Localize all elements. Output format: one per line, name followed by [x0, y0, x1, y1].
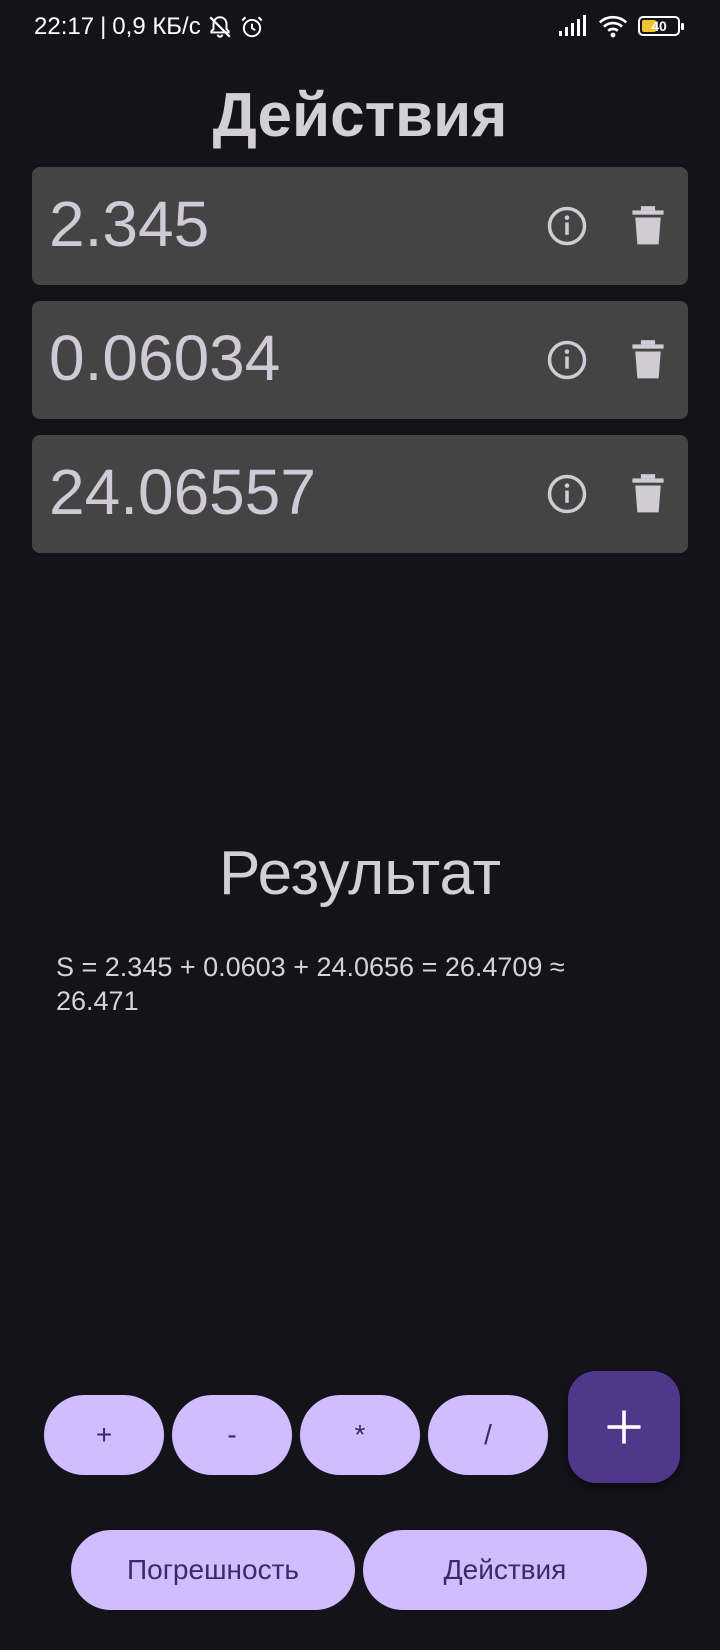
minus-operator-button[interactable]: -	[172, 1395, 292, 1475]
app-screen: 22:17 | 0,9 КБ/с 40 Действия 2.345 0.060…	[0, 0, 720, 1650]
result-title: Результат	[219, 839, 501, 908]
plus-operator-button[interactable]: +	[44, 1395, 164, 1475]
info-icon[interactable]	[544, 337, 590, 383]
value-list: 2.345 0.06034 24.06557	[32, 167, 688, 569]
page-title: Действия	[212, 81, 508, 150]
battery-icon: 40	[638, 16, 684, 36]
value-card[interactable]: 0.06034	[32, 301, 688, 419]
status-separator: |	[100, 13, 107, 40]
add-value-button[interactable]	[568, 1371, 680, 1483]
result-text: S = 2.345 + 0.0603 + 24.0656 = 26.4709 ≈…	[56, 952, 565, 1016]
multiply-operator-button[interactable]: *	[300, 1395, 420, 1475]
status-bar: 22:17 | 0,9 КБ/с 40	[0, 0, 720, 56]
status-time: 22:17	[34, 13, 95, 40]
network-speed: 0,9 КБ/с	[112, 13, 201, 40]
value-text[interactable]: 0.06034	[49, 321, 280, 395]
info-icon[interactable]	[544, 471, 590, 517]
actions-button[interactable]: Действия	[363, 1530, 647, 1610]
value-text[interactable]: 2.345	[49, 187, 209, 261]
status-left: 22:17 | 0,9 КБ/с	[34, 13, 265, 41]
error-button[interactable]: Погрешность	[71, 1530, 355, 1610]
plus-icon	[607, 1410, 641, 1444]
value-text[interactable]: 24.06557	[49, 455, 316, 529]
trash-icon[interactable]	[625, 471, 671, 517]
trash-icon[interactable]	[625, 203, 671, 249]
wifi-icon	[598, 14, 628, 38]
value-card[interactable]: 2.345	[32, 167, 688, 285]
divide-operator-button[interactable]: /	[428, 1395, 548, 1475]
signal-icon	[558, 15, 588, 37]
battery-level: 40	[651, 18, 667, 34]
info-icon[interactable]	[544, 203, 590, 249]
status-right: 40	[558, 14, 684, 38]
trash-icon[interactable]	[625, 337, 671, 383]
value-card[interactable]: 24.06557	[32, 435, 688, 553]
bell-off-icon	[207, 14, 233, 40]
alarm-icon	[239, 14, 265, 40]
